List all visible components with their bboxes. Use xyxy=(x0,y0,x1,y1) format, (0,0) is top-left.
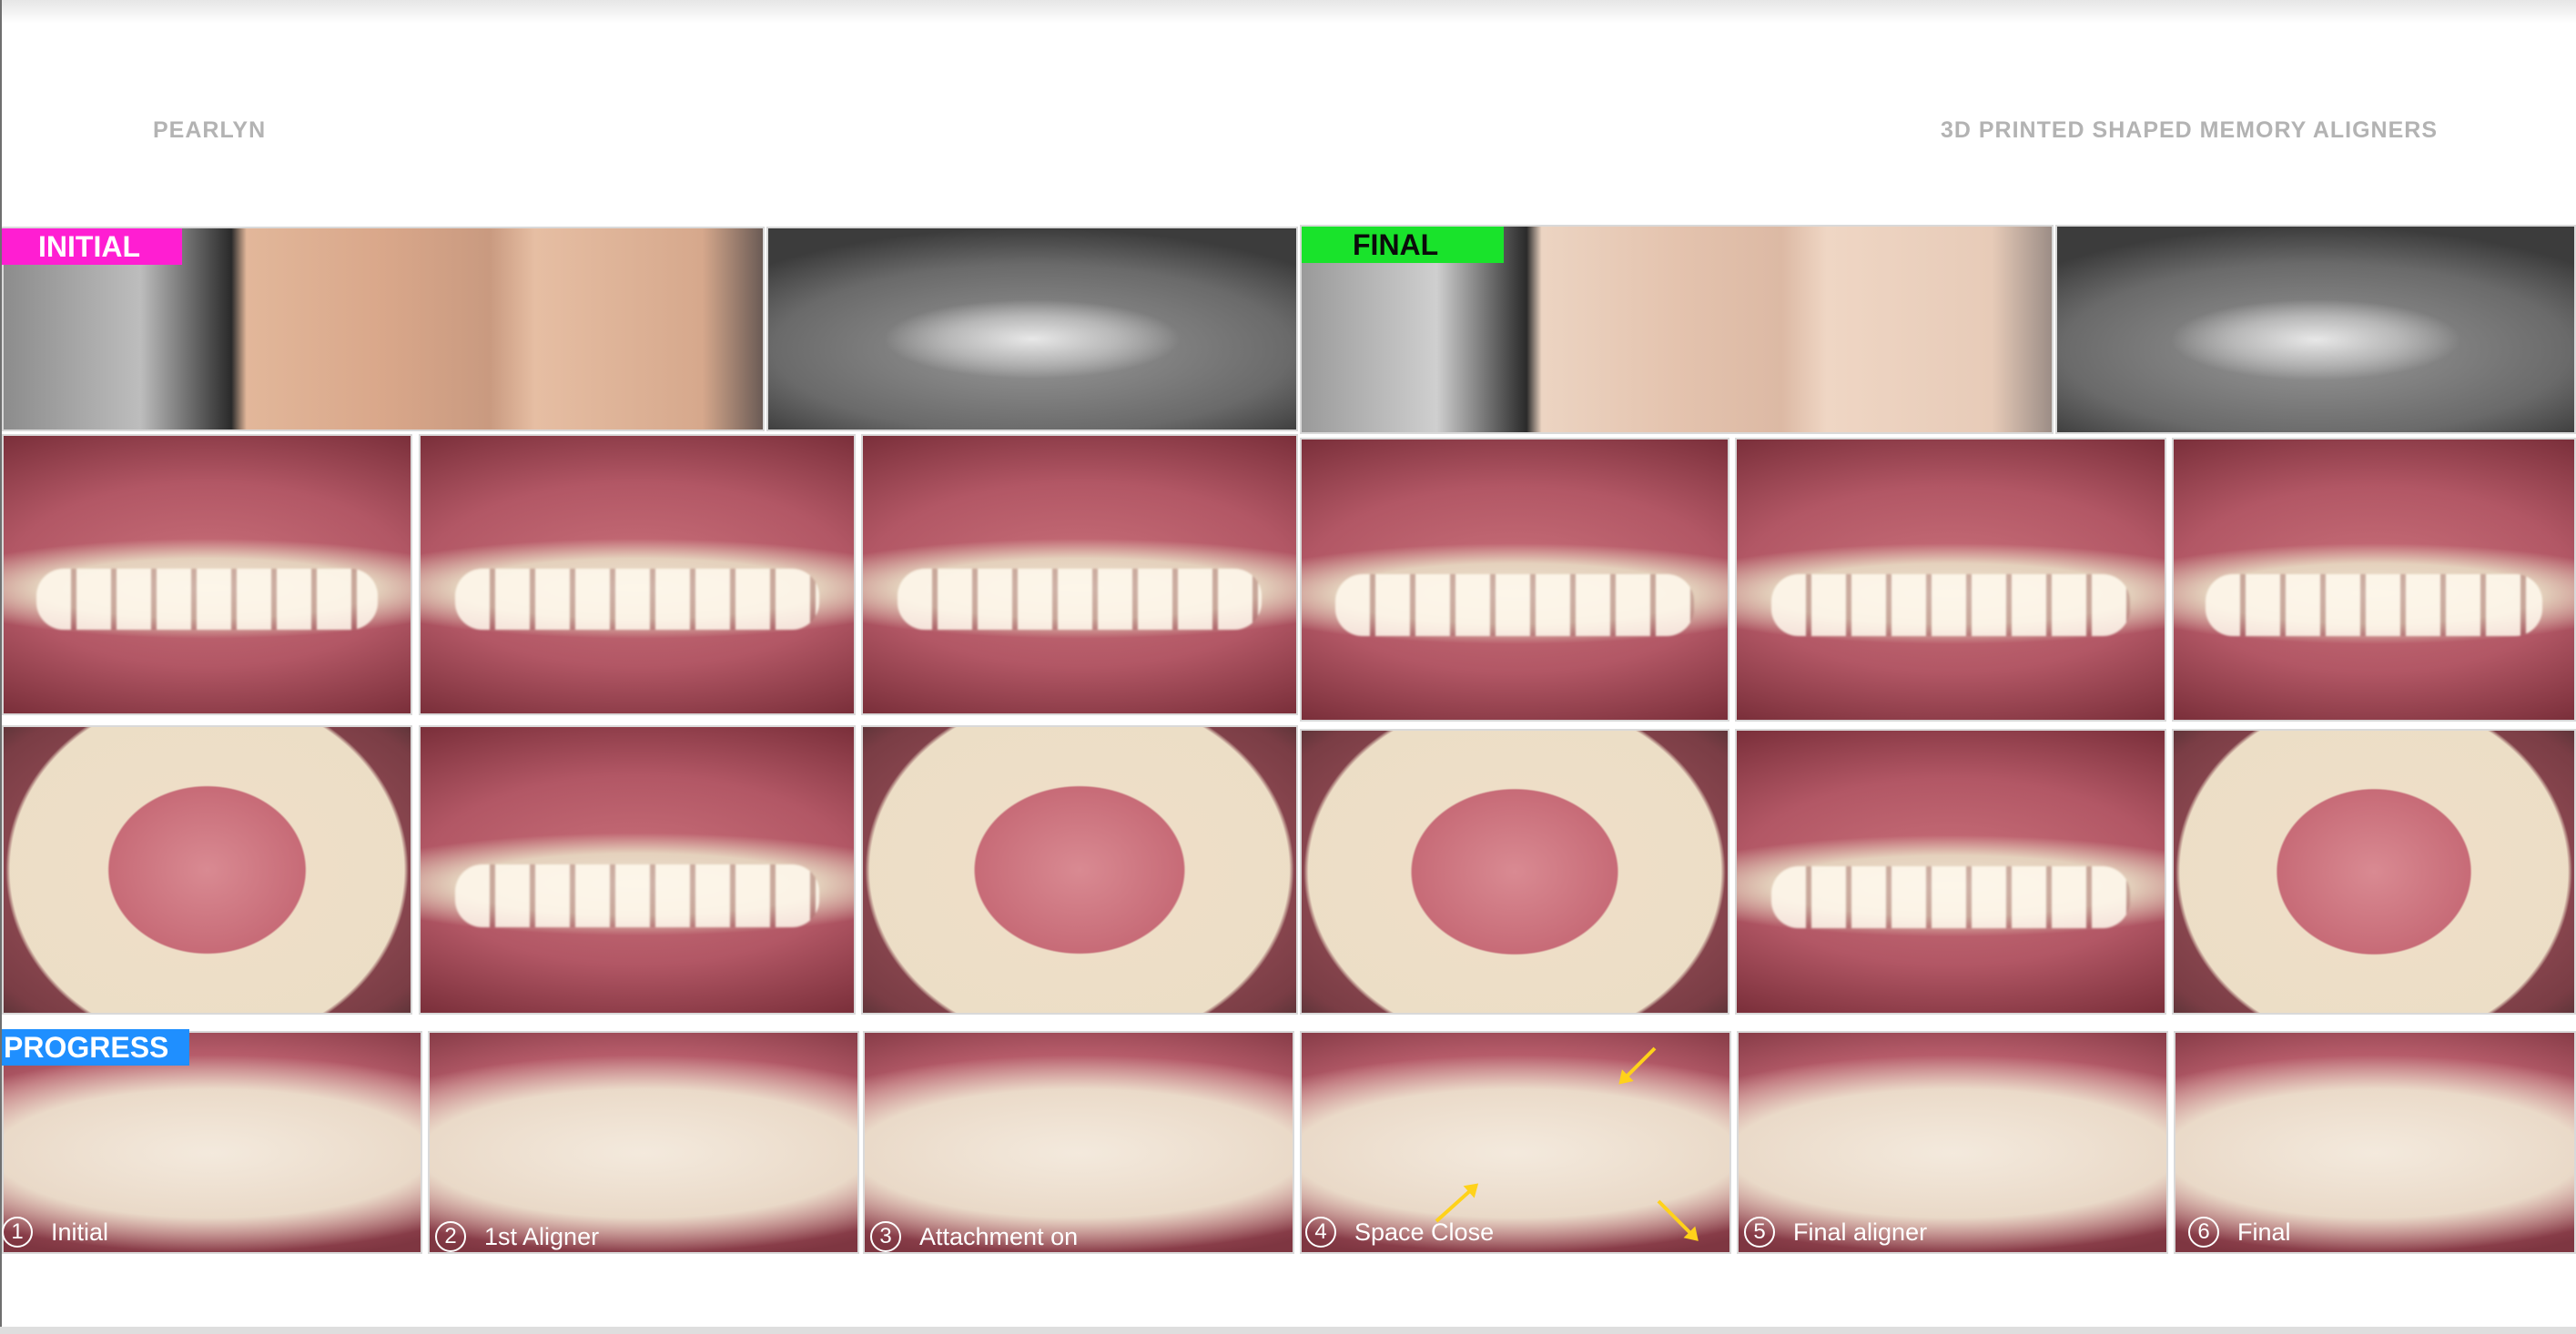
initial-frontal-photo xyxy=(419,434,856,715)
final-frontal-photo xyxy=(1735,438,2166,722)
step-label: Space Close xyxy=(1354,1218,1495,1246)
initial-upper-occlusal-photo xyxy=(2,725,412,1015)
step-label: Final aligner xyxy=(1793,1218,1928,1246)
step-number-badge: 1 xyxy=(2,1217,33,1248)
step-label: Final xyxy=(2237,1218,2291,1246)
progress-caption-5: 5 Final aligner xyxy=(1744,1217,1927,1248)
final-left-buccal-photo xyxy=(2172,438,2576,722)
final-right-buccal-photo xyxy=(1300,438,1729,722)
bottom-bar xyxy=(0,1327,2576,1334)
step-number-badge: 4 xyxy=(1305,1217,1336,1248)
step-number-badge: 2 xyxy=(435,1221,466,1252)
final-section-tag: FINAL xyxy=(1302,227,1504,263)
progress-caption-3: 3 Attachment on xyxy=(870,1221,1078,1252)
initial-panoramic-xray xyxy=(766,227,1298,431)
final-panoramic-xray xyxy=(2055,225,2576,434)
step-number-badge: 3 xyxy=(870,1221,901,1252)
progress-caption-2: 2 1st Aligner xyxy=(435,1221,599,1252)
progress-caption-6: 6 Final xyxy=(2188,1217,2291,1248)
step-label: 1st Aligner xyxy=(484,1222,600,1250)
step-number-badge: 6 xyxy=(2188,1217,2219,1248)
slide-subtitle: 3D PRINTED SHAPED MEMORY ALIGNERS xyxy=(1940,117,2438,143)
top-shadow xyxy=(0,0,2576,24)
brand-label: PEARLYN xyxy=(153,117,267,143)
final-lower-occlusal-photo xyxy=(2172,729,2576,1015)
progress-section-tag: PROGRESS xyxy=(2,1029,189,1066)
initial-overjet-photo xyxy=(419,725,856,1015)
final-overjet-photo xyxy=(1735,729,2166,1015)
initial-left-buccal-photo xyxy=(861,434,1298,715)
step-label: Attachment on xyxy=(919,1222,1079,1250)
progress-caption-1: 1 Initial xyxy=(2,1217,108,1248)
step-label: Initial xyxy=(51,1218,109,1246)
initial-right-buccal-photo xyxy=(2,434,412,715)
progress-caption-4: 4 Space Close xyxy=(1305,1217,1494,1248)
initial-section-tag: INITIAL xyxy=(2,228,182,265)
final-upper-occlusal-photo xyxy=(1300,729,1729,1015)
step-number-badge: 5 xyxy=(1744,1217,1775,1248)
initial-lower-occlusal-photo xyxy=(861,725,1298,1015)
